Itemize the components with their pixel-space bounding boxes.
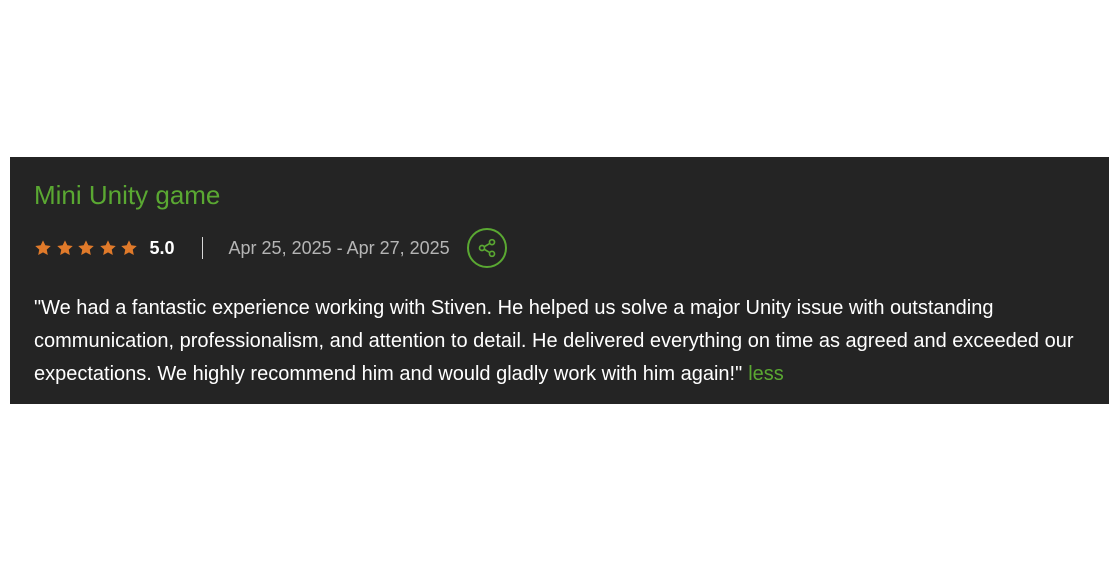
date-range: Apr 25, 2025 - Apr 27, 2025 [228, 237, 450, 258]
rating-value: 5.0 [149, 237, 175, 258]
star-rating [34, 239, 142, 257]
share-button[interactable] [466, 228, 507, 268]
review-meta: 5.0 Apr 25, 2025 - Apr 27, 2025 [34, 226, 1085, 270]
star-icon [77, 239, 95, 257]
less-link[interactable]: less [748, 363, 784, 385]
share-icon [478, 238, 496, 258]
review-body: "We had a fantastic experience working w… [34, 292, 1084, 391]
review-card: Mini Unity game 5.0 Apr 25, 2025 - Apr 2… [10, 157, 1109, 404]
review-title[interactable]: Mini Unity game [34, 179, 1085, 211]
star-icon [56, 239, 74, 257]
star-icon [99, 239, 117, 257]
review-text: "We had a fantastic experience working w… [34, 297, 1074, 385]
star-icon [34, 239, 52, 257]
star-icon [120, 239, 138, 257]
meta-divider [201, 237, 203, 259]
